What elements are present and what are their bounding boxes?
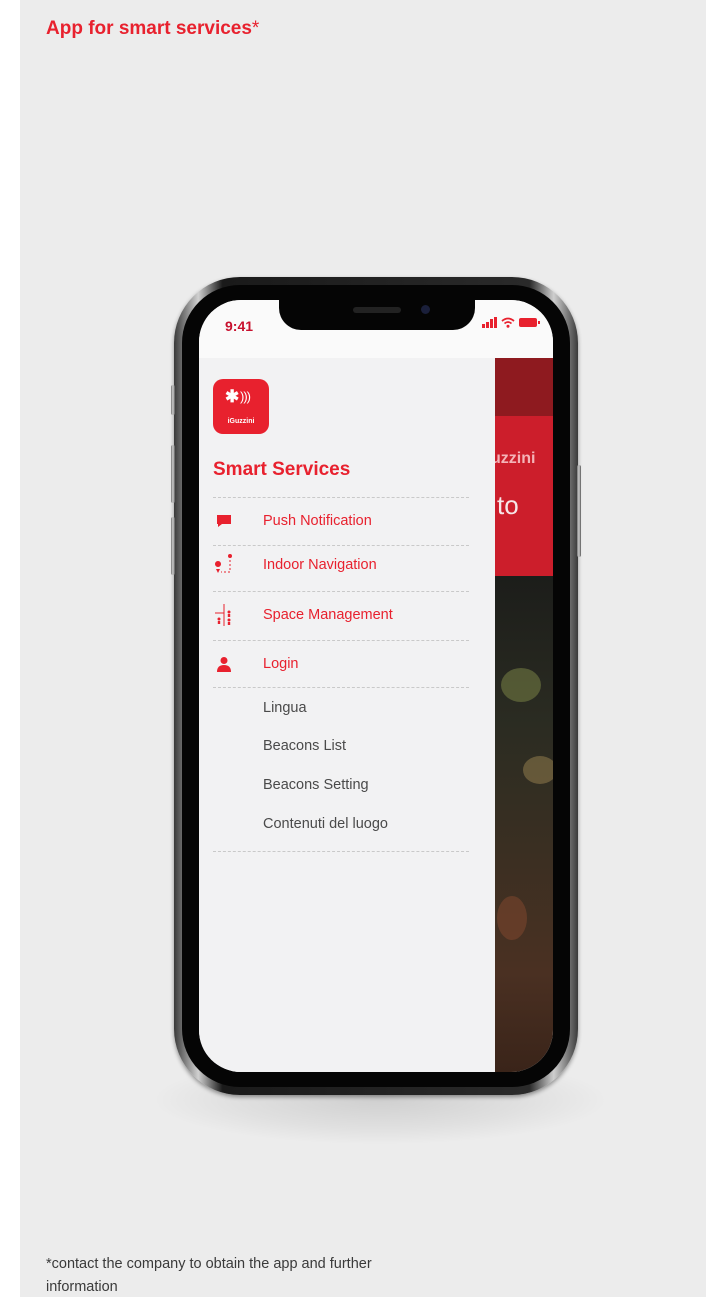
menu-item-contenuti-del-luogo[interactable]: Contenuti del luogo <box>199 804 495 844</box>
cellular-signal-icon <box>482 317 497 328</box>
menu-item-label: Beacons Setting <box>263 777 369 793</box>
page-title: App for smart services* <box>46 18 259 40</box>
speaker-grille <box>353 307 401 313</box>
background-header <box>495 358 553 416</box>
app-logo-brand: iGuzzini <box>227 418 255 425</box>
volume-down-button <box>171 517 175 575</box>
status-time: 9:41 <box>225 318 254 334</box>
volume-up-button <box>171 445 175 503</box>
battery-icon <box>519 318 540 327</box>
menu-item-label: Push Notification <box>263 513 372 529</box>
menu-item-indoor-navigation[interactable]: Indoor Navigation <box>199 545 495 585</box>
menu-divider <box>213 851 469 852</box>
background-photo <box>495 576 553 1072</box>
menu-item-label: Contenuti del luogo <box>263 816 388 832</box>
content-panel: App for smart services* 9:41 uzzini to ✱… <box>20 0 706 1297</box>
bluetooth-icon: ✱ <box>225 387 240 406</box>
route-pin-icon <box>213 553 235 577</box>
page-title-asterisk: * <box>251 18 260 39</box>
background-banner-text: to <box>497 490 519 520</box>
background-brand-text: uzzini <box>495 450 536 467</box>
menu-item-label: Indoor Navigation <box>263 557 377 573</box>
footnote: *contact the company to obtain the app a… <box>46 1256 372 1295</box>
status-bar: 9:41 <box>199 300 553 359</box>
app-logo: ✱ ))) iGuzzini <box>213 379 269 434</box>
power-button <box>577 465 581 557</box>
photo-foliage <box>523 756 553 784</box>
photo-foliage <box>501 668 541 702</box>
chat-bubble-icon <box>213 509 235 533</box>
mute-switch <box>171 385 175 415</box>
menu-item-label: Beacons List <box>263 738 347 754</box>
system-indicators <box>482 317 540 328</box>
menu-item-label: Login <box>263 656 299 672</box>
menu-item-label: Space Management <box>263 607 393 623</box>
menu-item-beacons-setting[interactable]: Beacons Setting <box>199 765 495 805</box>
photo-foliage <box>497 896 527 940</box>
people-space-icon <box>213 603 235 627</box>
phone-screen: 9:41 uzzini to ✱))) iGuzzini Smart Serv… <box>199 300 553 1072</box>
front-camera <box>421 305 430 314</box>
menu-item-push-notification[interactable]: Push Notification <box>199 501 495 541</box>
menu-item-beacons-list[interactable]: Beacons List <box>199 726 495 766</box>
menu-item-lingua[interactable]: Lingua <box>199 688 495 728</box>
signal-waves-icon: ))) <box>240 389 251 404</box>
background-app-view[interactable]: uzzini to <box>495 358 553 1072</box>
user-icon <box>213 652 235 676</box>
page-title-text: App for smart services <box>46 18 252 39</box>
menu-item-label: Lingua <box>263 700 307 716</box>
menu-item-login[interactable]: Login <box>199 644 495 684</box>
navigation-drawer: ✱ ))) iGuzzini Smart Services Push Notif… <box>199 358 495 1072</box>
menu-item-space-management[interactable]: Space Management <box>199 595 495 635</box>
menu-divider <box>213 497 469 498</box>
phone-mockup: 9:41 uzzini to ✱))) iGuzzini Smart Serv… <box>171 277 581 1095</box>
wifi-icon <box>501 317 515 328</box>
menu-divider <box>213 591 469 592</box>
notch <box>279 300 475 330</box>
menu-divider <box>213 640 469 641</box>
drawer-title: Smart Services <box>213 459 351 480</box>
